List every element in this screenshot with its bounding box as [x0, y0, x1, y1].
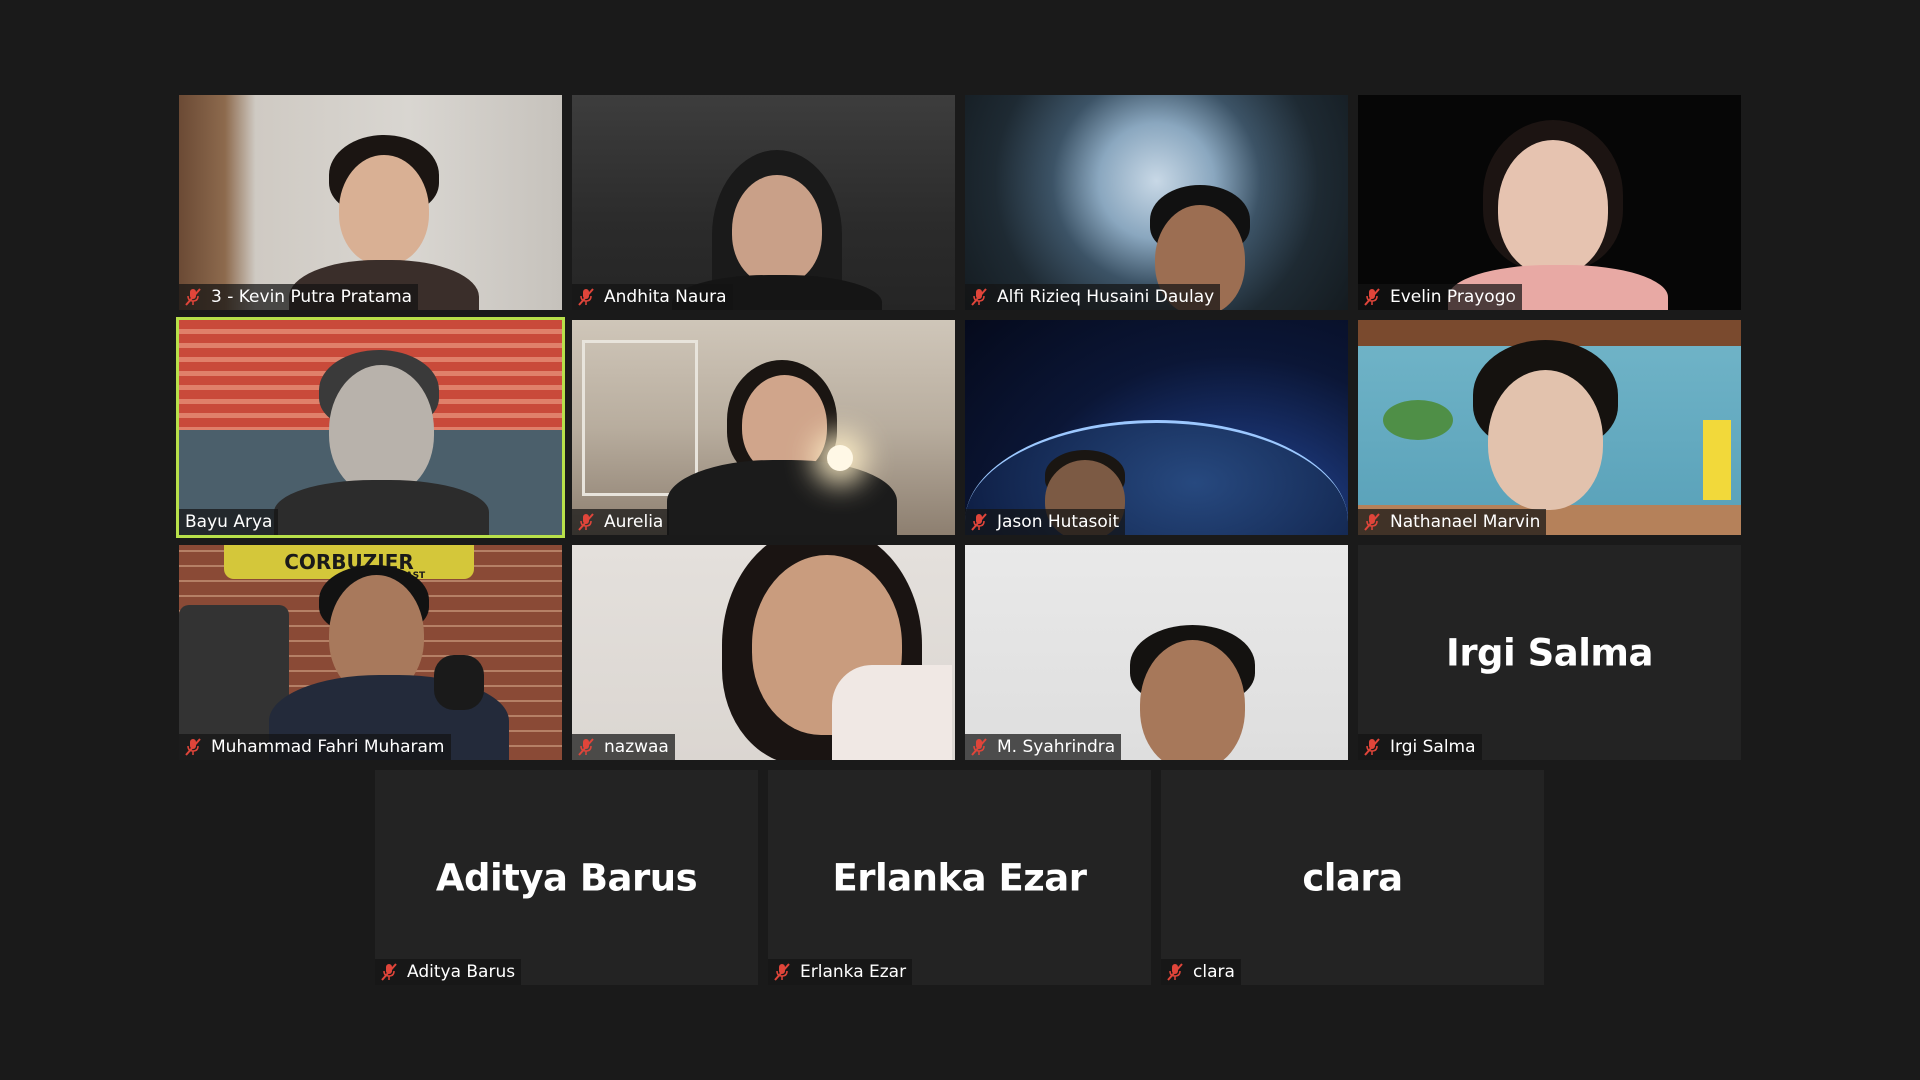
participant-name: clara: [1193, 962, 1235, 982]
participant-tile[interactable]: Alfi Rizieq Husaini Daulay: [965, 95, 1348, 310]
participant-name-label: Nathanael Marvin: [1358, 509, 1547, 535]
participant-tile[interactable]: Nathanael Marvin: [1358, 320, 1741, 535]
participant-name: Muhammad Fahri Muharam: [211, 737, 445, 757]
participant-name-label: 3 - Kevin Putra Pratama: [179, 284, 419, 310]
video-feed: [1358, 95, 1741, 310]
participant-name: Alfi Rizieq Husaini Daulay: [997, 287, 1215, 307]
muted-mic-icon: [185, 288, 201, 306]
participant-name: M. Syahrindra: [997, 737, 1116, 757]
participant-tile[interactable]: Irgi Salma Irgi Salma: [1358, 545, 1741, 760]
muted-mic-icon: [1167, 963, 1183, 981]
muted-mic-icon: [578, 513, 594, 531]
participant-name: Bayu Arya: [185, 512, 273, 532]
video-gallery: 3 - Kevin Putra Pratama Andhita Naura Al…: [0, 0, 1920, 1080]
muted-mic-icon: [1364, 513, 1380, 531]
participant-display-name: Erlanka Ezar: [832, 856, 1088, 899]
participant-name-label: clara: [1161, 959, 1241, 985]
participant-name: nazwaa: [604, 737, 669, 757]
participant-name-label: Irgi Salma: [1358, 734, 1482, 760]
participant-tile[interactable]: clara clara: [1161, 770, 1544, 985]
participant-tile[interactable]: CORBUZIER CAST Muhammad Fahri Muharam: [179, 545, 562, 760]
participant-tile[interactable]: Andhita Naura: [572, 95, 955, 310]
participant-display-name: clara: [1302, 856, 1403, 899]
participant-tile[interactable]: Aditya Barus Aditya Barus: [375, 770, 758, 985]
participant-tile[interactable]: 3 - Kevin Putra Pratama: [179, 95, 562, 310]
participant-name: 3 - Kevin Putra Pratama: [211, 287, 413, 307]
participant-display-name: Aditya Barus: [435, 856, 698, 899]
participant-name-label: Aditya Barus: [375, 959, 522, 985]
muted-mic-icon: [185, 738, 201, 756]
participant-name-label: Andhita Naura: [572, 284, 733, 310]
participant-tile[interactable]: Aurelia: [572, 320, 955, 535]
muted-mic-icon: [774, 963, 790, 981]
video-feed: [572, 320, 955, 535]
participant-name-label: Alfi Rizieq Husaini Daulay: [965, 284, 1221, 310]
participant-name-label: nazwaa: [572, 734, 675, 760]
video-feed: [965, 320, 1348, 535]
participant-tile[interactable]: Evelin Prayogo: [1358, 95, 1741, 310]
muted-mic-icon: [1364, 288, 1380, 306]
participant-name-label: Aurelia: [572, 509, 670, 535]
muted-mic-icon: [578, 288, 594, 306]
participant-tile-active-speaker[interactable]: Bayu Arya: [176, 317, 565, 538]
video-feed: [572, 95, 955, 310]
video-feed: [179, 320, 562, 535]
participant-name: Erlanka Ezar: [800, 962, 907, 982]
video-feed: [965, 545, 1348, 760]
participant-name: Aurelia: [604, 512, 664, 532]
participant-name: Jason Hutasoit: [997, 512, 1120, 532]
participant-tile[interactable]: Erlanka Ezar Erlanka Ezar: [768, 770, 1151, 985]
video-feed: [179, 95, 562, 310]
muted-mic-icon: [971, 288, 987, 306]
muted-mic-icon: [1364, 738, 1380, 756]
participant-name: Irgi Salma: [1390, 737, 1476, 757]
participant-name: Evelin Prayogo: [1390, 287, 1516, 307]
participant-tile[interactable]: Jason Hutasoit: [965, 320, 1348, 535]
participant-name: Nathanael Marvin: [1390, 512, 1541, 532]
muted-mic-icon: [381, 963, 397, 981]
participant-name-label: Muhammad Fahri Muharam: [179, 734, 451, 760]
video-feed: [1358, 320, 1741, 535]
muted-mic-icon: [971, 738, 987, 756]
muted-mic-icon: [971, 513, 987, 531]
video-feed: [572, 545, 955, 760]
participant-name-label: Bayu Arya: [179, 509, 279, 535]
participant-tile[interactable]: nazwaa: [572, 545, 955, 760]
participant-name-label: M. Syahrindra: [965, 734, 1122, 760]
video-feed: [965, 95, 1348, 310]
participant-name-label: Evelin Prayogo: [1358, 284, 1522, 310]
video-feed: CORBUZIER CAST: [179, 545, 562, 760]
participant-name: Aditya Barus: [407, 962, 516, 982]
muted-mic-icon: [578, 738, 594, 756]
participant-name-label: Erlanka Ezar: [768, 959, 913, 985]
participant-name: Andhita Naura: [604, 287, 727, 307]
participant-tile[interactable]: M. Syahrindra: [965, 545, 1348, 760]
participant-display-name: Irgi Salma: [1446, 631, 1653, 674]
participant-name-label: Jason Hutasoit: [965, 509, 1126, 535]
